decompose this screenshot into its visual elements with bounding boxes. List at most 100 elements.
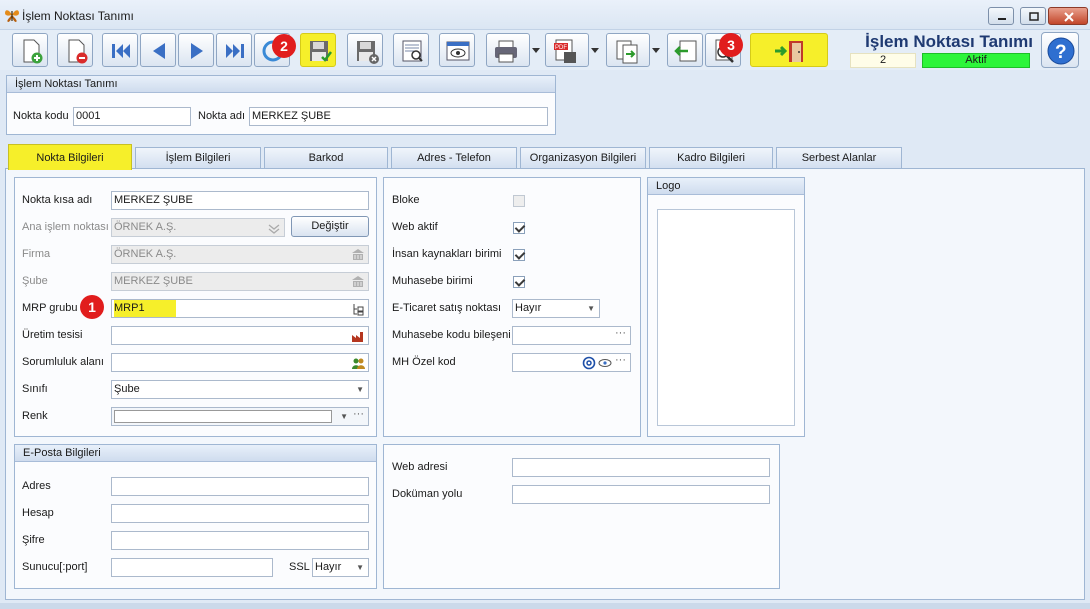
- chevron-down-icon: ▼: [356, 385, 364, 394]
- tab-process-info[interactable]: İşlem Bilgileri: [135, 147, 261, 168]
- mh-code-input[interactable]: ···: [512, 353, 631, 372]
- annotation-badge-1: 1: [80, 295, 104, 319]
- export-button[interactable]: [606, 33, 650, 67]
- first-record-button[interactable]: [102, 33, 138, 67]
- save-icon: [310, 41, 332, 62]
- details-group: Nokta kısa adı MERKEZ ŞUBE Ana işlem nok…: [14, 177, 377, 437]
- record-count: 2: [850, 53, 916, 68]
- last-record-button[interactable]: [216, 33, 252, 67]
- view-button[interactable]: [439, 33, 475, 67]
- email-server-label: Sunucu[:port]: [22, 561, 88, 573]
- class-select[interactable]: Şube ▼: [111, 380, 369, 399]
- mrp-group-input[interactable]: MRP1: [111, 299, 369, 318]
- company-input: ÖRNEK A.Ş.: [111, 245, 369, 264]
- mrp-group-value: MRP1: [114, 300, 176, 317]
- ssl-select[interactable]: Hayır ▼: [312, 558, 369, 577]
- blocked-checkbox[interactable]: [513, 195, 525, 207]
- save-close-button[interactable]: [347, 33, 383, 67]
- print-button[interactable]: [486, 33, 530, 67]
- tab-point-info[interactable]: Nokta Bilgileri: [8, 144, 132, 170]
- hr-unit-label: İnsan kaynakları birimi: [392, 248, 502, 260]
- company-label: Firma: [22, 248, 51, 260]
- ecommerce-value: Hayır: [515, 302, 542, 314]
- email-account-input[interactable]: [111, 504, 369, 523]
- tab-custom-fields[interactable]: Serbest Alanlar: [776, 147, 902, 168]
- maximize-button[interactable]: [1020, 7, 1046, 25]
- ecommerce-label: E-Ticaret satış noktası: [392, 302, 502, 314]
- production-facility-label: Üretim tesisi: [22, 329, 83, 341]
- chevron-down-icon: ▼: [340, 412, 348, 421]
- main-point-value: ÖRNEK A.Ş.: [114, 221, 177, 233]
- accounting-unit-label: Muhasebe birimi: [392, 275, 473, 287]
- web-active-checkbox[interactable]: [513, 222, 525, 234]
- ssl-value: Hayır: [315, 561, 342, 573]
- web-address-label: Web adresi: [392, 461, 448, 473]
- butterfly-icon: [5, 10, 19, 22]
- web-address-input[interactable]: [512, 458, 770, 477]
- status-bar: [0, 603, 1090, 609]
- class-label: Sınıfı: [22, 383, 48, 395]
- point-name-input[interactable]: MERKEZ ŞUBE: [249, 107, 548, 126]
- pdf-dropdown[interactable]: [589, 33, 601, 67]
- web-group: Web adresi Doküman yolu: [383, 444, 780, 589]
- form-title: İşlem Noktası Tanımı: [865, 32, 1033, 51]
- email-address-input[interactable]: [111, 477, 369, 496]
- production-facility-input[interactable]: [111, 326, 369, 345]
- previous-record-button[interactable]: [140, 33, 176, 67]
- class-value: Şube: [114, 383, 140, 395]
- web-active-label: Web aktif: [392, 221, 438, 233]
- export-dropdown[interactable]: [650, 33, 662, 67]
- delete-record-button[interactable]: [57, 33, 93, 67]
- change-button[interactable]: Değiştir: [291, 216, 369, 237]
- close-icon: [1064, 12, 1074, 22]
- tab-organization[interactable]: Organizasyon Bilgileri: [520, 147, 646, 168]
- accounting-unit-checkbox[interactable]: [513, 276, 525, 288]
- chevron-down-icon: ▼: [356, 563, 364, 572]
- short-name-input[interactable]: MERKEZ ŞUBE: [111, 191, 369, 210]
- import-button[interactable]: [667, 33, 703, 67]
- exit-button[interactable]: [750, 33, 828, 67]
- building-icon: [352, 249, 364, 260]
- accounting-code-input[interactable]: ···: [512, 326, 631, 345]
- hr-unit-checkbox[interactable]: [513, 249, 525, 261]
- status-badge: Aktif: [922, 53, 1030, 68]
- main-point-input: ÖRNEK A.Ş.: [111, 218, 285, 237]
- svg-text:PDF: PDF: [555, 45, 567, 51]
- document-path-input[interactable]: [512, 485, 770, 504]
- email-group: E-Posta Bilgileri Adres Hesap Şifre Sunu…: [14, 444, 377, 589]
- branch-input: MERKEZ ŞUBE: [111, 272, 369, 291]
- group-title: İşlem Noktası Tanımı: [7, 76, 555, 93]
- logo-image-area[interactable]: [657, 209, 795, 426]
- email-password-input[interactable]: [111, 531, 369, 550]
- pdf-export-button[interactable]: PDF: [545, 33, 589, 67]
- exit-icon: [775, 41, 803, 62]
- chevron-down-icon: [652, 48, 660, 53]
- close-button[interactable]: [1048, 7, 1088, 25]
- new-record-button[interactable]: [12, 33, 48, 67]
- responsibility-input[interactable]: [111, 353, 369, 372]
- color-select[interactable]: ▼ ···: [111, 407, 369, 426]
- next-record-button[interactable]: [178, 33, 214, 67]
- minimize-button[interactable]: [988, 7, 1014, 25]
- tab-staff[interactable]: Kadro Bilgileri: [649, 147, 773, 168]
- export-icon: [616, 40, 638, 64]
- email-group-title: E-Posta Bilgileri: [15, 445, 376, 462]
- preview-icon: [402, 40, 423, 62]
- factory-icon: [352, 332, 363, 342]
- mrp-group-label: MRP grubu: [22, 302, 78, 314]
- double-check-icon: [268, 224, 280, 234]
- tab-barcode[interactable]: Barkod: [264, 147, 388, 168]
- ecommerce-select[interactable]: Hayır ▼: [512, 299, 600, 318]
- annotation-badge-2: 2: [272, 34, 296, 58]
- ellipsis-icon: ···: [615, 354, 626, 366]
- point-code-input[interactable]: 0001: [73, 107, 191, 126]
- email-server-input[interactable]: [111, 558, 273, 577]
- help-button[interactable]: ?: [1041, 32, 1079, 68]
- eye-icon: [598, 359, 612, 367]
- email-password-label: Şifre: [22, 534, 45, 546]
- print-dropdown[interactable]: [530, 33, 542, 67]
- preview-button[interactable]: [393, 33, 429, 67]
- save-button[interactable]: [300, 33, 336, 67]
- delete-record-icon: [68, 39, 88, 64]
- tab-address-phone[interactable]: Adres - Telefon: [391, 147, 517, 168]
